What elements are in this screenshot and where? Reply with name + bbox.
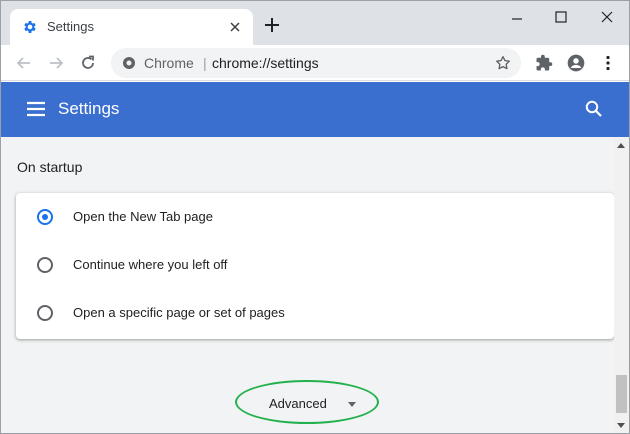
minimize-icon[interactable]: [505, 7, 529, 27]
tab-settings[interactable]: Settings: [10, 9, 253, 45]
star-icon[interactable]: [494, 54, 512, 72]
browser-toolbar: Chrome | chrome://settings: [1, 45, 629, 81]
startup-option-label: Continue where you left off: [73, 257, 228, 272]
address-bar[interactable]: Chrome | chrome://settings: [111, 48, 521, 78]
settings-content: On startup Open the New Tab page Continu…: [1, 137, 614, 433]
advanced-label: Advanced: [269, 396, 327, 411]
reload-icon[interactable]: [78, 53, 98, 73]
startup-option-continue[interactable]: Continue where you left off: [16, 241, 614, 289]
search-icon[interactable]: [584, 99, 606, 121]
tab-title: Settings: [47, 19, 94, 34]
section-title-on-startup: On startup: [17, 159, 83, 175]
startup-option-label: Open the New Tab page: [73, 209, 213, 224]
url-text[interactable]: chrome://settings: [212, 55, 319, 71]
browser-window: Settings Chrome | chrome://settings Sett…: [0, 0, 630, 434]
puzzle-icon[interactable]: [534, 53, 554, 73]
gear-icon: [22, 19, 38, 35]
forward-arrow-icon[interactable]: [46, 53, 66, 73]
startup-option-new-tab[interactable]: Open the New Tab page: [16, 193, 614, 241]
radio-button-checked[interactable]: [37, 209, 53, 225]
page-title: Settings: [58, 99, 120, 118]
advanced-button[interactable]: Advanced: [259, 394, 369, 414]
site-label: Chrome: [144, 55, 194, 71]
maximize-icon[interactable]: [549, 7, 573, 27]
dropdown-arrow-icon: [348, 402, 356, 407]
chrome-page-icon[interactable]: [122, 56, 136, 70]
vertical-scrollbar[interactable]: [614, 137, 629, 433]
tab-strip: Settings: [1, 1, 629, 45]
back-arrow-icon[interactable]: [14, 53, 34, 73]
scroll-down-arrow-icon[interactable]: [617, 423, 625, 428]
hamburger-menu-icon[interactable]: [25, 99, 47, 119]
settings-header: Settings: [1, 82, 629, 137]
tab-close-icon[interactable]: [226, 18, 244, 36]
kebab-menu-icon[interactable]: [598, 53, 618, 73]
account-icon[interactable]: [566, 53, 586, 73]
radio-button[interactable]: [37, 257, 53, 273]
radio-button[interactable]: [37, 305, 53, 321]
startup-options-card: Open the New Tab page Continue where you…: [16, 193, 614, 339]
scroll-thumb[interactable]: [616, 375, 627, 413]
url-separator: |: [203, 55, 207, 71]
new-tab-plus-icon[interactable]: [262, 15, 282, 35]
startup-option-specific-pages[interactable]: Open a specific page or set of pages: [16, 289, 614, 337]
scroll-up-arrow-icon[interactable]: [617, 143, 625, 148]
close-icon[interactable]: [595, 7, 619, 27]
startup-option-label: Open a specific page or set of pages: [73, 305, 285, 320]
